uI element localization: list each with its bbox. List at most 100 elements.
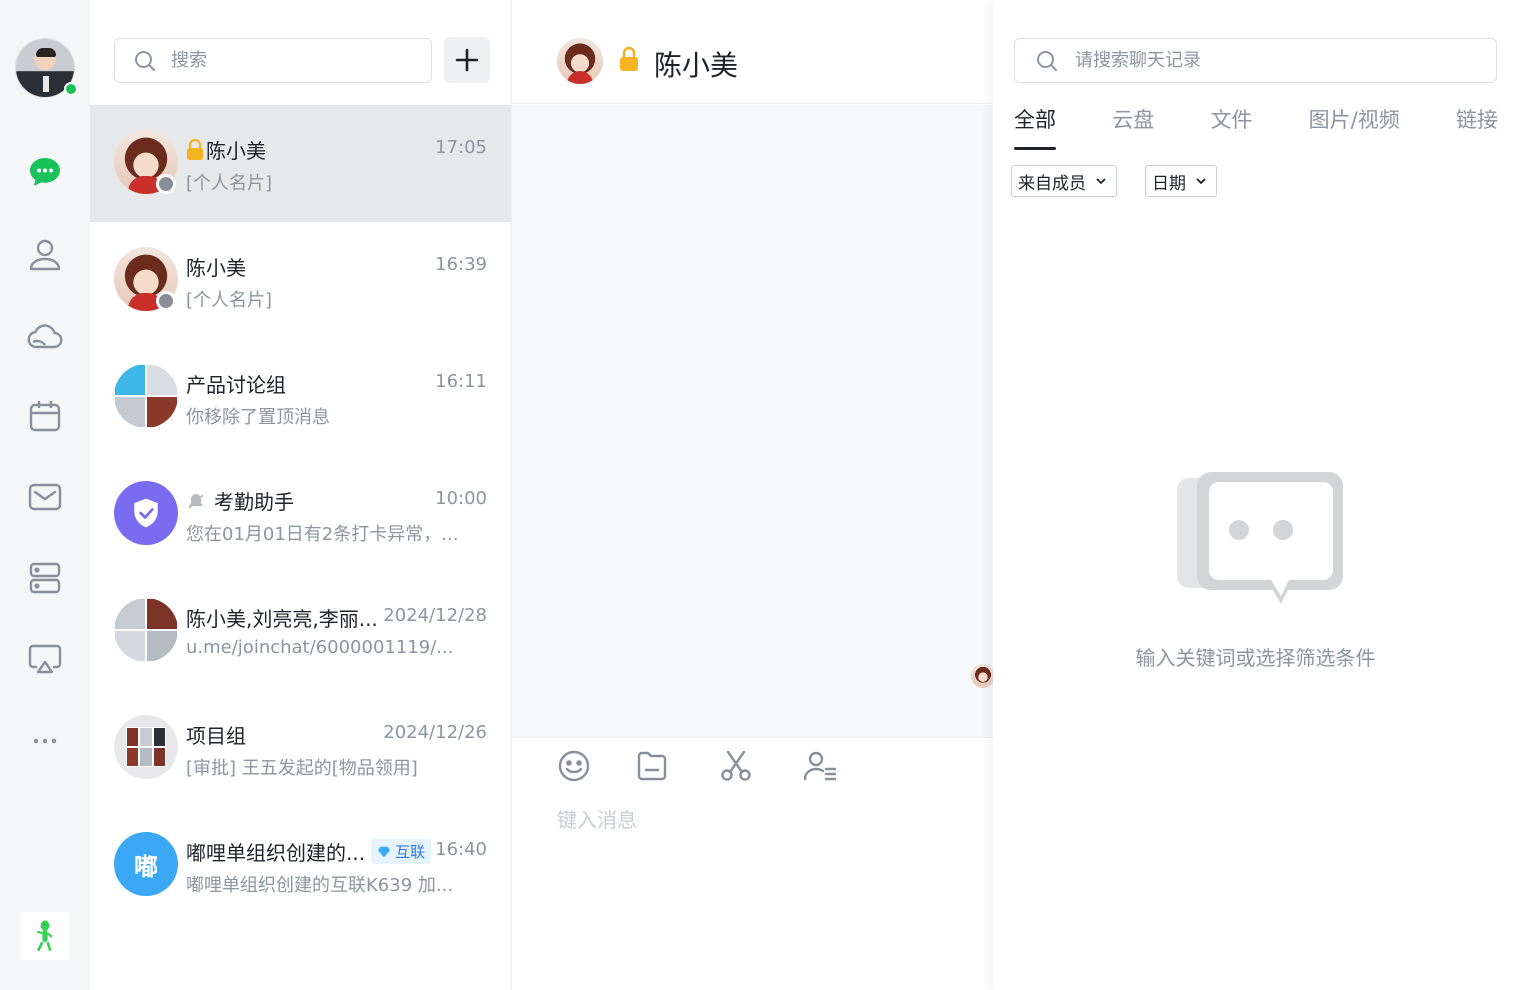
history-search-input[interactable] [1075,50,1475,71]
history-tabs: 全部 云盘 文件 图片/视频 链接 [1014,104,1498,152]
group-avatar [114,598,178,662]
conversation-name: 产品讨论组 [186,373,286,397]
chevron-down-icon [1196,178,1206,185]
conversation-item[interactable]: 陈小美 16:39 [个人名片] [90,222,511,339]
contact-card-icon[interactable] [802,748,838,784]
add-button[interactable] [444,37,490,83]
tab-files[interactable]: 文件 [1210,104,1252,150]
tab-all[interactable]: 全部 [1014,104,1056,150]
filter-label: 日期 [1152,173,1186,194]
mute-bell-icon [188,493,204,509]
mini-app-launcher[interactable] [21,912,69,960]
diamond-icon [377,846,391,857]
conversation-name-text: 陈小美 [206,139,266,163]
conversation-time: 2024/12/26 [383,722,487,743]
conversation-time: 16:39 [435,254,487,275]
avatar-shirt [43,76,49,92]
screencast-icon [28,644,62,674]
message-sender-avatar[interactable] [971,664,995,688]
conversation-preview: 你移除了置顶消息 [186,407,330,428]
conversation-time: 16:11 [435,371,487,392]
conversation-list-panel: 陈小美 17:05 [个人名片] 陈小美 16:39 [个人名片] 产品讨论组 … [90,0,512,990]
robot-figure-icon [36,920,53,952]
message-composer [512,737,993,990]
conversation-preview: 您在01月01日有2条打卡异常，... [186,524,459,545]
conversation-name: 陈小美 [186,135,266,164]
conversation-item[interactable]: 嘟 嘟哩单组织创建的... 互联 16:40 嘟哩单组织创建的互联K639 加.… [90,807,511,924]
status-dot [156,174,176,194]
calendar-icon [29,401,61,432]
lock-icon [187,138,203,160]
search-icon [135,50,155,71]
conversation-name-text: 嘟哩单组织创建的... [186,841,366,865]
badge-label: 互联 [395,843,426,861]
conversation-item[interactable]: 产品讨论组 16:11 你移除了置顶消息 [90,339,511,456]
conversation-time: 17:05 [435,137,487,158]
conversation-item[interactable]: 陈小美,刘亮亮,李丽... 2024/12/28 u.me/joinchat/6… [90,573,511,690]
conversation-preview: u.me/joinchat/6000001119/... [186,637,454,658]
conversation-name: 嘟哩单组织创建的... 互联 [186,837,432,866]
online-status-dot [64,82,78,96]
nav-rail [0,0,90,990]
nav-more[interactable] [25,721,65,761]
chevron-down-icon [1096,178,1106,185]
more-icon [33,738,57,744]
conversation-preview: [审批] 王五发起的[物品领用] [186,758,418,779]
attendance-bot-avatar [114,481,178,545]
conversation-preview: 嘟哩单组织创建的互联K639 加... [186,875,454,896]
nav-cloud[interactable] [25,315,65,355]
empty-chat-illustration-icon [1177,472,1343,604]
conversation-item[interactable]: 陈小美 17:05 [个人名片] [90,105,511,222]
chat-contact-avatar[interactable] [557,38,603,84]
nav-contacts[interactable] [25,234,65,274]
conversation-time: 16:40 [435,839,487,860]
chat-header: 陈小美 [512,0,993,104]
conversation-name: 项目组 [186,724,246,748]
conversation-name: 考勤助手 [186,486,294,515]
date-filter-dropdown[interactable]: 日期 [1145,165,1217,197]
scissors-icon[interactable] [718,748,754,784]
nav-screencast[interactable] [25,639,65,679]
member-filter-dropdown[interactable]: 来自成员 [1011,165,1117,197]
conversation-time: 10:00 [435,488,487,509]
message-area [512,105,995,737]
nav-mail[interactable] [25,477,65,517]
org-avatar: 嘟 [114,832,178,896]
shield-check-icon [134,498,158,528]
folder-icon[interactable] [634,748,670,784]
tab-cloud[interactable]: 云盘 [1112,104,1154,150]
empty-state-text: 输入关键词或选择筛选条件 [1135,646,1376,670]
status-dot [156,291,176,311]
emoji-icon[interactable] [556,748,592,784]
conversation-name-text: 考勤助手 [214,490,294,514]
message-input[interactable] [557,804,977,964]
cloud-icon [27,324,63,349]
conversation-name: 陈小美,刘亮亮,李丽... [186,607,378,631]
tab-links[interactable]: 链接 [1456,104,1498,150]
conversation-item[interactable]: 项目组 2024/12/26 [审批] 王五发起的[物品领用] [90,690,511,807]
group-avatar [114,715,178,779]
conversation-search[interactable] [114,38,432,83]
chat-history-panel: 全部 云盘 文件 图片/视频 链接 来自成员 日期 输入关键词或选择筛选条件 [993,0,1518,990]
plus-icon [455,48,479,72]
group-avatar [114,364,178,428]
interconnect-badge: 互联 [371,839,432,864]
mail-icon [28,483,62,511]
conversation-item[interactable]: 考勤助手 10:00 您在01月01日有2条打卡异常，... [90,456,511,573]
conversation-search-input[interactable] [171,50,391,71]
chat-title: 陈小美 [654,49,739,82]
history-search[interactable] [1014,38,1497,83]
nav-workspace[interactable] [25,558,65,598]
workspace-icon [29,562,61,594]
search-icon [1037,50,1057,71]
conversation-name: 陈小美 [186,256,246,280]
lock-icon [620,46,638,71]
chat-bubble-icon [30,158,60,186]
tab-media[interactable]: 图片/视频 [1309,104,1400,150]
conversation-time: 2024/12/28 [383,605,487,626]
conversation-preview: [个人名片] [186,290,273,311]
nav-messages[interactable] [25,152,65,192]
nav-calendar[interactable] [25,396,65,436]
conversation-preview: [个人名片] [186,173,273,194]
avatar-hair [36,48,56,57]
